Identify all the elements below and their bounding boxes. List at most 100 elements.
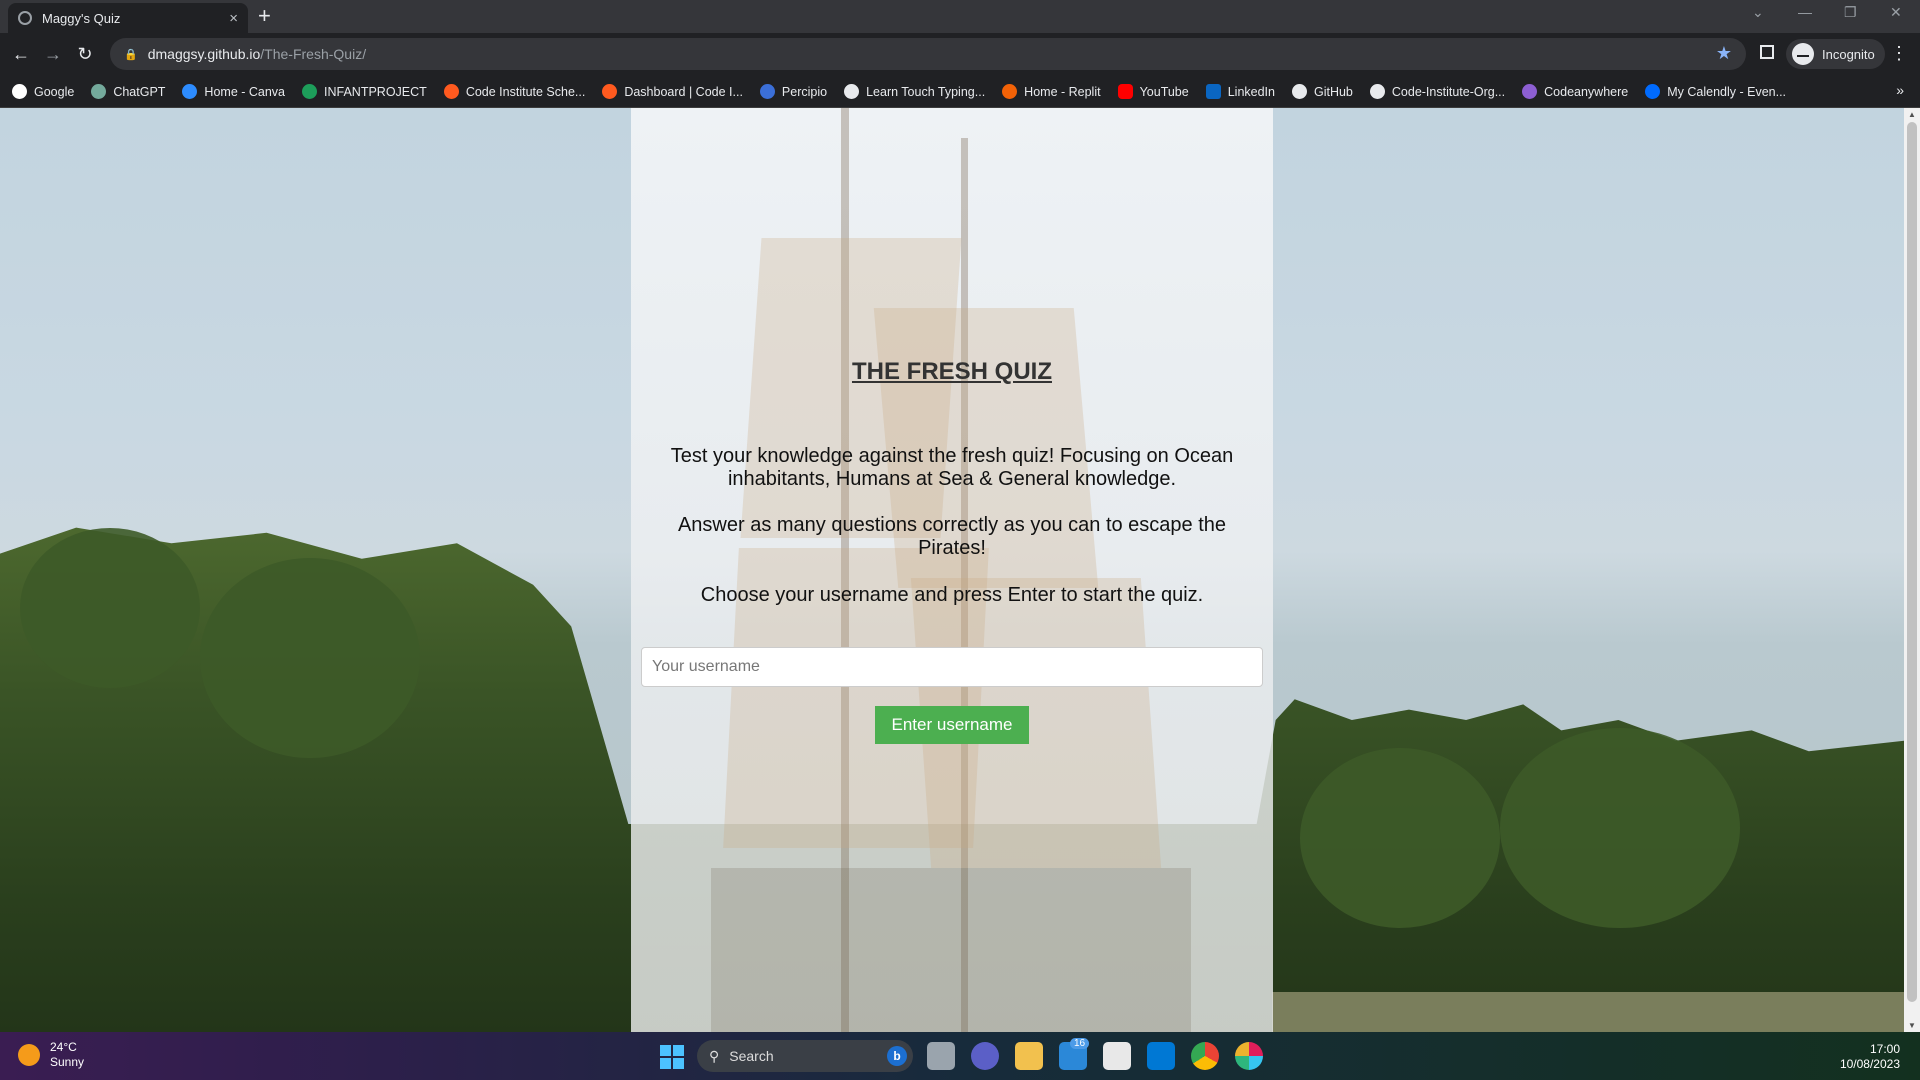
clock-time: 17:00 (1869, 1042, 1900, 1056)
tree-decoration (1300, 748, 1500, 928)
minimize-button[interactable]: — (1798, 4, 1812, 20)
calendly-icon (1645, 84, 1661, 99)
bing-icon[interactable]: b (887, 1046, 907, 1066)
shoreline-decoration (1272, 992, 1904, 1032)
code-institute-icon (443, 84, 459, 99)
linkedin-icon (1205, 84, 1221, 99)
bookmark-canva[interactable]: Home - Canva (182, 84, 285, 99)
bookmark-label: LinkedIn (1227, 84, 1275, 99)
github-icon (1369, 84, 1385, 99)
windows-start-icon[interactable] (660, 1045, 684, 1069)
w-icon (302, 84, 318, 99)
taskbar-search[interactable]: ⚲ Search b (697, 1040, 913, 1072)
bookmark-replit[interactable]: Home - Replit (1002, 84, 1101, 99)
incognito-label: Incognito (1822, 46, 1875, 62)
incognito-icon (1792, 43, 1814, 65)
snipping-tool-icon[interactable] (1103, 1042, 1131, 1070)
bookmark-code-institute-org[interactable]: Code-Institute-Org... (1369, 84, 1506, 99)
intro-text: Test your knowledge against the fresh qu… (670, 445, 1234, 490)
reload-button[interactable]: ↻ (72, 41, 98, 67)
bookmark-label: Code Institute Sche... (465, 84, 586, 99)
github-icon (1291, 84, 1307, 99)
address-bar[interactable]: 🔒 dmaggsy.github.io/The-Fresh-Quiz/ ★ (110, 38, 1746, 70)
tab-search-icon[interactable]: ⌄ (1752, 4, 1764, 21)
enter-username-button[interactable]: Enter username (875, 706, 1029, 744)
bookmark-infantproject[interactable]: INFANTPROJECT (302, 84, 427, 99)
sun-icon (18, 1044, 40, 1066)
bookmark-touch-typing[interactable]: Learn Touch Typing... (844, 84, 985, 99)
goal-text: Answer as many questions correctly as yo… (677, 514, 1227, 559)
scrollbar-thumb[interactable] (1907, 122, 1917, 1002)
bookmark-codeanywhere[interactable]: Codeanywhere (1522, 84, 1628, 99)
bookmark-label: YouTube (1139, 84, 1189, 99)
page-title: THE FRESH QUIZ (851, 358, 1052, 385)
incognito-profile-button[interactable]: Incognito (1786, 39, 1885, 69)
more-bookmarks-icon[interactable]: » (1896, 82, 1904, 98)
back-button[interactable]: ← (8, 41, 34, 67)
codeanywhere-icon (1522, 84, 1538, 99)
task-view-icon[interactable] (927, 1042, 955, 1070)
file-explorer-icon[interactable] (1015, 1042, 1043, 1070)
bookmark-google[interactable]: Google (12, 84, 74, 99)
bookmark-label: ChatGPT (113, 84, 166, 99)
bookmark-github[interactable]: GitHub (1291, 84, 1353, 99)
bookmark-label: Code-Institute-Org... (1391, 84, 1506, 99)
restore-button[interactable]: ❐ (1844, 4, 1857, 21)
tree-decoration (200, 558, 420, 758)
tree-decoration (20, 528, 200, 688)
bookmark-label: My Calendly - Even... (1667, 84, 1787, 99)
side-panel-icon[interactable] (1760, 45, 1774, 59)
tree-decoration (1500, 728, 1740, 928)
slack-icon[interactable] (1235, 1042, 1263, 1070)
quiz-card: THE FRESH QUIZ Test your knowledge again… (631, 108, 1273, 1032)
vscode-icon[interactable] (1147, 1042, 1175, 1070)
bookmark-star-icon[interactable]: ★ (1716, 43, 1732, 64)
bookmark-label: GitHub (1313, 84, 1353, 99)
page-viewport: THE FRESH QUIZ Test your knowledge again… (0, 108, 1904, 1032)
search-icon: ⚲ (709, 1047, 720, 1064)
close-tab-icon[interactable]: × (229, 10, 238, 27)
close-window-button[interactable]: ✕ (1890, 4, 1902, 21)
google-icon (12, 84, 27, 99)
bookmark-label: Home - Canva (204, 84, 286, 99)
percipio-icon (759, 84, 775, 99)
bookmark-percipio[interactable]: Percipio (759, 84, 827, 99)
scroll-up-icon[interactable]: ▲ (1908, 110, 1916, 119)
bookmark-label: INFANTPROJECT (324, 84, 427, 99)
bookmark-chatgpt[interactable]: ChatGPT (91, 84, 165, 99)
chrome-icon[interactable] (1191, 1042, 1219, 1070)
clock-date: 10/08/2023 (1839, 1057, 1900, 1071)
lock-icon: 🔒 (124, 48, 138, 61)
url-domain: dmaggsy.github.io (147, 46, 261, 62)
tab-strip: Maggy's Quiz × + ⌄ — ❐ ✕ (0, 0, 1920, 33)
weather-widget[interactable]: 24°C Sunny (18, 1040, 84, 1070)
ship-illustration (711, 108, 1191, 1032)
page-scrollbar[interactable]: ▲ ▼ (1904, 108, 1920, 1032)
bookmark-label: Codeanywhere (1544, 84, 1629, 99)
replit-icon (1002, 84, 1018, 99)
bookmarks-bar: Google ChatGPT Home - Canva INFANTPROJEC… (0, 76, 1920, 108)
forward-button[interactable]: → (40, 41, 66, 67)
system-clock[interactable]: 17:00 10/08/2023 (1840, 1042, 1900, 1072)
chatgpt-icon (91, 84, 107, 99)
search-label: Search (729, 1048, 774, 1064)
bookmark-code-institute-schedule[interactable]: Code Institute Sche... (443, 84, 586, 99)
typing-icon (844, 84, 860, 99)
youtube-icon (1117, 84, 1133, 99)
scroll-down-icon[interactable]: ▼ (1908, 1021, 1916, 1030)
browser-menu-icon[interactable]: ⋮ (1890, 43, 1908, 64)
url-path: /The-Fresh-Quiz/ (260, 46, 367, 62)
bookmark-dashboard[interactable]: Dashboard | Code I... (602, 84, 743, 99)
weather-temperature: 24°C (50, 1040, 77, 1054)
bookmark-linkedin[interactable]: LinkedIn (1205, 84, 1275, 99)
username-input[interactable] (641, 647, 1263, 687)
browser-tab[interactable]: Maggy's Quiz × (8, 3, 248, 33)
new-tab-button[interactable]: + (258, 4, 271, 28)
bookmark-calendly[interactable]: My Calendly - Even... (1645, 84, 1786, 99)
teams-chat-icon[interactable] (971, 1042, 999, 1070)
browser-toolbar: ← → ↻ 🔒 dmaggsy.github.io/The-Fresh-Quiz… (0, 33, 1920, 76)
bookmark-youtube[interactable]: YouTube (1117, 84, 1189, 99)
bookmark-label: Learn Touch Typing... (866, 84, 986, 99)
canva-icon (182, 84, 198, 99)
tab-title: Maggy's Quiz (42, 10, 121, 26)
